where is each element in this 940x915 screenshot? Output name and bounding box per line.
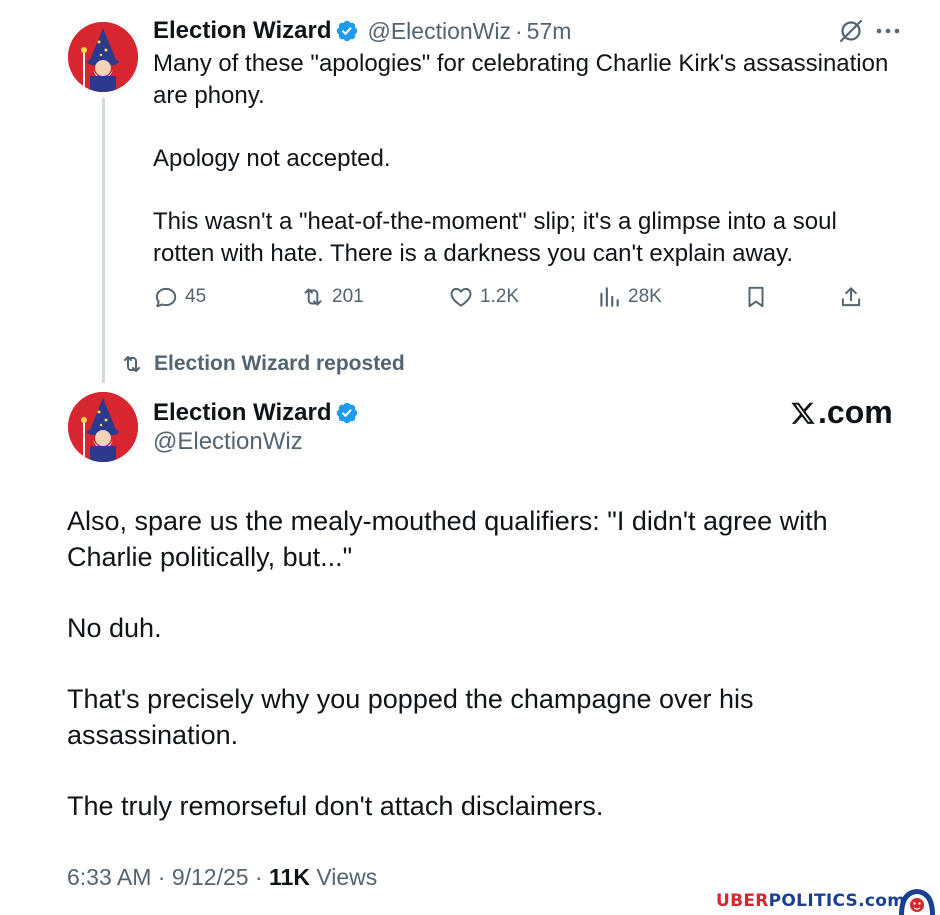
watermark-logo [899, 889, 935, 915]
x-brand-suffix: .com [818, 394, 893, 430]
views-label: Views [309, 864, 378, 890]
tweet2-paragraph: Also, spare us the mealy-mouthed qualifi… [67, 506, 828, 572]
author-handle[interactable]: @ElectionWiz [367, 18, 511, 45]
repost-label-text: Election Wizard reposted [154, 352, 405, 375]
repost-button[interactable]: 201 [300, 282, 364, 312]
repost-label[interactable]: Election Wizard reposted [120, 350, 405, 378]
watermark: UBER POLITICS.com [716, 891, 905, 911]
like-count: 1.2K [480, 286, 520, 307]
x-logo-icon [791, 402, 815, 424]
share-button[interactable] [838, 282, 870, 312]
separator-dot: · [514, 17, 523, 44]
x-brand: .com [790, 394, 893, 431]
reply-icon [155, 287, 177, 308]
repost-count: 201 [332, 286, 364, 307]
tweet1-paragraph: Many of these "apologies" for celebratin… [153, 50, 889, 109]
tweet1-paragraph: This wasn't a "heat-of-the-moment" slip;… [153, 208, 837, 267]
views-icon [600, 287, 619, 307]
tweet2-header: Election Wizard [153, 397, 359, 429]
share-icon [841, 287, 861, 307]
thread-line [102, 98, 105, 383]
tweet-time[interactable]: 57m [527, 18, 572, 45]
tweet2-paragraph: No duh. [67, 613, 162, 643]
repost-icon [124, 356, 140, 372]
tweet2-paragraph: The truly remorseful don't attach discla… [67, 791, 604, 821]
tweet2-paragraph: That's precisely why you popped the cham… [67, 684, 754, 750]
views-count: 28K [628, 286, 662, 307]
tweet1-paragraph: Apology not accepted. [153, 145, 391, 172]
tweet2-text: Also, spare us the mealy-mouthed qualifi… [67, 503, 897, 824]
reply-button[interactable]: 45 [153, 282, 206, 312]
watermark-part1: UBER [716, 891, 769, 911]
grok-icon[interactable] [838, 18, 864, 44]
author-name[interactable]: Election Wizard [153, 399, 331, 427]
more-icon[interactable] [874, 18, 902, 44]
like-button[interactable]: 1.2K [448, 282, 519, 312]
tweet-timestamp[interactable]: 6:33 AM · 9/12/25 · [67, 864, 269, 890]
reply-count: 45 [185, 286, 207, 307]
tweet-meta: 6:33 AM · 9/12/25 · 11K Views [67, 864, 377, 891]
author-handle[interactable]: @ElectionWiz [153, 428, 303, 456]
bookmark-icon [748, 286, 764, 308]
tweet1-header: Election Wizard @ElectionWiz · 57m [153, 14, 571, 48]
repost-icon [304, 288, 322, 306]
like-icon [450, 287, 472, 307]
views-button[interactable]: 28K [596, 282, 662, 312]
author-name[interactable]: Election Wizard [153, 17, 331, 45]
views-total: 11K [269, 864, 310, 890]
verified-badge-icon [337, 20, 358, 42]
author-avatar[interactable] [68, 392, 138, 462]
author-avatar[interactable] [68, 22, 138, 92]
tweet1-text: Many of these "apologies" for celebratin… [153, 48, 893, 270]
verified-badge-icon [337, 402, 358, 424]
watermark-part2: POLITICS.com [768, 891, 906, 911]
bookmark-button[interactable] [743, 282, 775, 312]
